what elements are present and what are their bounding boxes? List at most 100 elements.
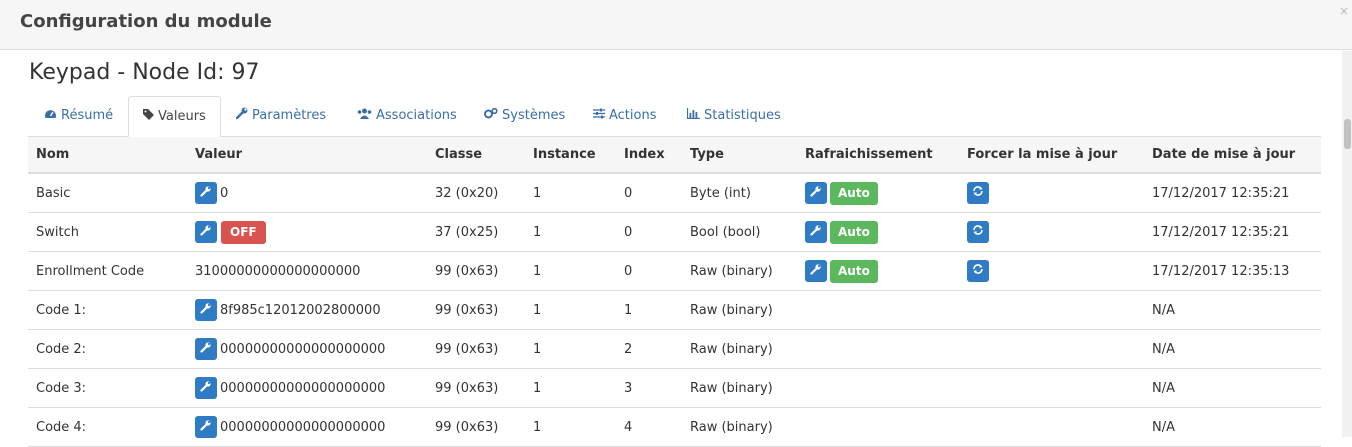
- cell-forcer: [959, 407, 1144, 447]
- cell-forcer: [959, 329, 1144, 369]
- wrench-icon: [810, 264, 822, 278]
- wrench-icon: [810, 225, 822, 239]
- page-title: Keypad - Node Id: 97: [29, 60, 260, 85]
- tab-valeurs[interactable]: Valeurs: [128, 96, 221, 137]
- cell-classe: 99 (0x63): [427, 368, 525, 408]
- tab-actions[interactable]: Actions: [593, 96, 657, 137]
- refresh-config-button[interactable]: [805, 260, 827, 282]
- cell-type: Bool (bool): [682, 212, 797, 252]
- dashboard-icon: [44, 96, 57, 136]
- cell-index: 2: [616, 329, 682, 369]
- table-row: Code 1: 8f985c12012002800000 99 (0x63) 1 1 Ra…: [28, 290, 1321, 330]
- force-update-button[interactable]: [967, 182, 989, 204]
- wrench-icon: [200, 225, 212, 239]
- cell-index: 0: [616, 251, 682, 291]
- cell-nom: Code 1:: [28, 290, 187, 330]
- cell-index: 4: [616, 407, 682, 447]
- cell-type: Raw (binary): [682, 329, 797, 369]
- cell-classe: 99 (0x63): [427, 329, 525, 369]
- cell-index: 0: [616, 173, 682, 213]
- col-header-rafraichissement: Rafraichissement: [797, 137, 959, 174]
- wrench-icon: [200, 303, 212, 317]
- cell-date: N/A: [1144, 368, 1321, 408]
- cell-type: Byte (int): [682, 173, 797, 213]
- tab-actions-label: Actions: [609, 108, 657, 123]
- cell-nom: Enrollment Code: [28, 251, 187, 291]
- cell-valeur: 8f985c12012002800000: [187, 290, 427, 330]
- force-update-button[interactable]: [967, 221, 989, 243]
- table-row: Code 2: 00000000000000000000 99 (0x63) 1 2 Ra…: [28, 329, 1321, 369]
- modal-header: Configuration du module: [0, 0, 1352, 50]
- cell-rafraichissement: [797, 368, 959, 408]
- cell-instance: 1: [525, 368, 616, 408]
- cell-nom: Basic: [28, 173, 187, 213]
- tab-statistiques-label: Statistiques: [704, 108, 781, 123]
- cell-date: N/A: [1144, 407, 1321, 447]
- cell-nom: Switch: [28, 212, 187, 252]
- edit-value-button[interactable]: [195, 221, 217, 243]
- col-header-classe: Classe: [427, 137, 525, 174]
- refresh-config-button[interactable]: [805, 221, 827, 243]
- table-row: Code 3: 00000000000000000000 99 (0x63) 1 3 Ra…: [28, 368, 1321, 408]
- off-toggle-button[interactable]: OFF: [221, 220, 266, 244]
- cell-forcer: [959, 368, 1144, 408]
- edit-value-button[interactable]: [195, 416, 217, 438]
- cell-index: 3: [616, 368, 682, 408]
- tab-associations[interactable]: Associations: [357, 96, 457, 137]
- cell-type: Raw (binary): [682, 290, 797, 330]
- refresh-config-button[interactable]: [805, 182, 827, 204]
- cell-rafraichissement: Auto: [797, 212, 959, 252]
- tab-parametres[interactable]: Paramètres: [235, 96, 326, 137]
- tab-statistiques[interactable]: Statistiques: [686, 96, 781, 137]
- cell-rafraichissement: Auto: [797, 173, 959, 213]
- cell-nom: Code 3:: [28, 368, 187, 408]
- cell-classe: 37 (0x25): [427, 212, 525, 252]
- cell-date: 17/12/2017 12:35:21: [1144, 173, 1321, 213]
- tab-resume-label: Résumé: [61, 108, 114, 123]
- col-header-date: Date de mise à jour: [1144, 137, 1321, 174]
- cell-forcer: [959, 173, 1144, 213]
- col-header-nom: Nom: [28, 137, 187, 174]
- col-header-valeur: Valeur: [187, 137, 427, 174]
- cell-date: 17/12/2017 12:35:21: [1144, 212, 1321, 252]
- cell-classe: 99 (0x63): [427, 407, 525, 447]
- auto-refresh-button[interactable]: Auto: [830, 259, 878, 283]
- auto-refresh-button[interactable]: Auto: [830, 220, 878, 244]
- cell-valeur: OFF: [187, 212, 427, 252]
- cell-forcer: [959, 251, 1144, 291]
- table-row: Code 4: 00000000000000000000 99 (0x63) 1 4 Ra…: [28, 407, 1321, 447]
- cell-type: Raw (binary): [682, 368, 797, 408]
- wrench-icon: [200, 186, 212, 200]
- table-row: Switch OFF 37 (0x25) 1 0 Bool (bool) Auto 17/12…: [28, 212, 1321, 252]
- table-header-row: Nom Valeur Classe Instance Index Type Ra…: [28, 137, 1321, 174]
- wrench-icon: [200, 381, 212, 395]
- cell-valeur: 0: [187, 173, 427, 213]
- table-row: Basic 0 32 (0x20) 1 0 Byte (int) Auto 17/12/201…: [28, 173, 1321, 213]
- value-text: 8f985c12012002800000: [220, 302, 381, 318]
- edit-value-button[interactable]: [195, 377, 217, 399]
- tab-resume[interactable]: Résumé: [44, 96, 113, 137]
- edit-value-button[interactable]: [195, 182, 217, 204]
- tab-systemes[interactable]: Systèmes: [484, 96, 565, 137]
- force-update-button[interactable]: [967, 260, 989, 282]
- scrollbar-thumb[interactable]: [1344, 119, 1351, 149]
- tab-associations-label: Associations: [376, 108, 457, 123]
- sliders-icon: [593, 96, 605, 136]
- cell-instance: 1: [525, 173, 616, 213]
- edit-value-button[interactable]: [195, 299, 217, 321]
- cell-valeur: 00000000000000000000: [187, 329, 427, 369]
- wrench-icon: [810, 186, 822, 200]
- col-header-forcer: Forcer la mise à jour: [959, 137, 1144, 174]
- cell-classe: 99 (0x63): [427, 251, 525, 291]
- scrollbar[interactable]: [1342, 51, 1352, 437]
- cell-forcer: [959, 290, 1144, 330]
- tab-bar: Résumé Valeurs Paramètres Associations S…: [28, 96, 1321, 137]
- edit-value-button[interactable]: [195, 338, 217, 360]
- cell-index: 0: [616, 212, 682, 252]
- tab-systemes-label: Systèmes: [502, 108, 566, 123]
- cell-index: 1: [616, 290, 682, 330]
- auto-refresh-button[interactable]: Auto: [830, 181, 878, 205]
- close-icon[interactable]: ×: [1339, 4, 1349, 18]
- wrench-icon: [235, 96, 248, 136]
- cell-rafraichissement: Auto: [797, 251, 959, 291]
